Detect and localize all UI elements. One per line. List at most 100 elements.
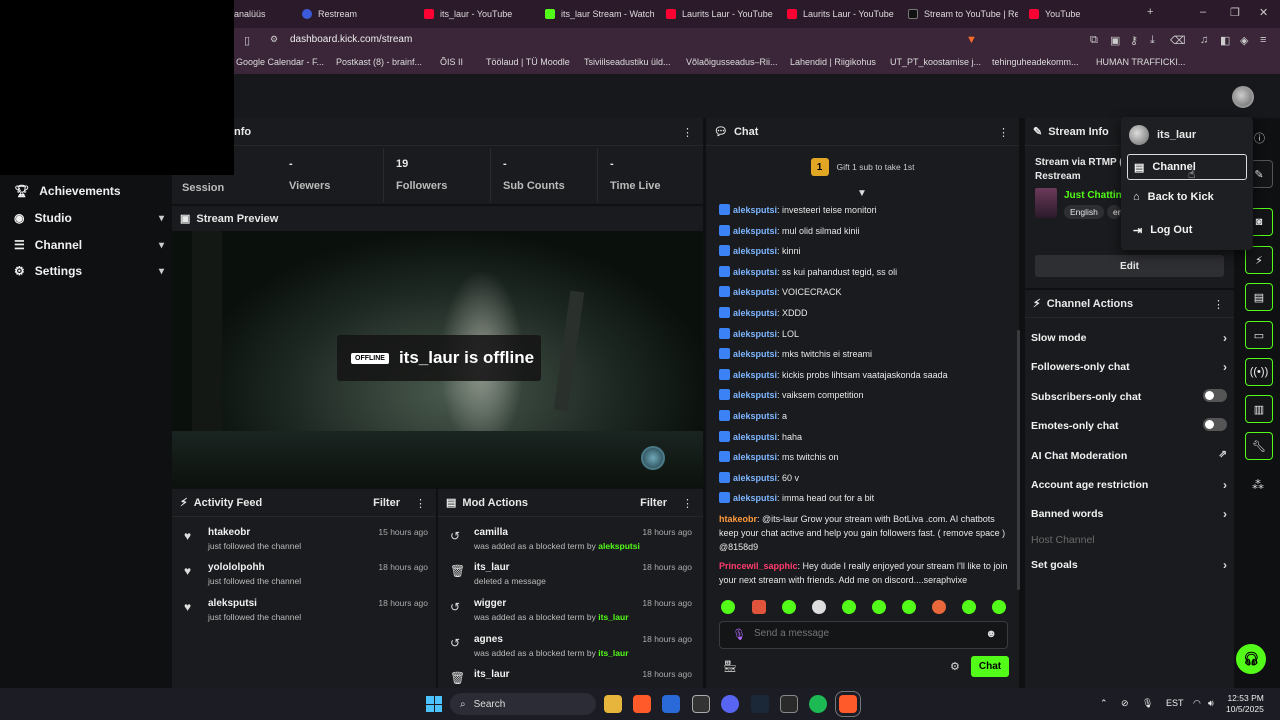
bookmark-item[interactable]: Google Calendar - F... — [236, 57, 324, 67]
emote-icon[interactable] — [962, 600, 976, 614]
browser-tab[interactable]: its_laur Stream - Watch L — [545, 4, 655, 24]
chat-settings-icon[interactable]: ⚙ — [950, 660, 960, 673]
chat-username[interactable]: aleksputsi — [733, 390, 777, 400]
language-indicator[interactable]: EST — [1166, 698, 1184, 708]
more-options-icon[interactable]: ⋮ — [415, 497, 426, 510]
chat-username[interactable]: aleksputsi — [733, 473, 777, 483]
activity-user[interactable]: yolololpohh — [208, 562, 265, 573]
chat-username[interactable]: aleksputsi — [733, 308, 777, 318]
chat-input[interactable] — [754, 628, 974, 639]
bookmark-item[interactable]: tehinguheadekomm... — [992, 57, 1079, 67]
emote-icon[interactable] — [992, 600, 1006, 614]
password-icon[interactable]: ⚷ — [1130, 34, 1138, 47]
emote-icon[interactable] — [782, 600, 796, 614]
info-icon[interactable]: ⓘ — [1254, 130, 1265, 146]
windows-start-icon[interactable] — [426, 696, 442, 712]
rail-button[interactable]: ((•)) — [1245, 358, 1273, 386]
brave-active-icon[interactable] — [835, 691, 861, 717]
filter-button[interactable]: Filter — [373, 497, 400, 509]
bookmark-item[interactable]: Postkast (8) - brainf... — [336, 57, 422, 67]
volume-icon[interactable]: 🔊︎ — [1208, 698, 1214, 709]
chat-username[interactable]: aleksputsi — [733, 432, 777, 442]
chat-username[interactable]: aleksputsi — [733, 370, 777, 380]
activity-user[interactable]: aleksputsi — [208, 598, 257, 609]
more-options-icon[interactable]: ⋮ — [682, 126, 693, 139]
close-icon[interactable]: ✕ — [1259, 6, 1268, 19]
brave-shield-icon[interactable]: ▼ — [966, 34, 977, 46]
taskbar-search[interactable]: ⌕ Search — [450, 693, 596, 715]
menu-icon[interactable]: ≡ — [1260, 34, 1266, 46]
download-icon[interactable]: ⤓ — [1150, 34, 1155, 47]
mod-action-by[interactable]: its_laur — [598, 648, 628, 658]
menu-item-log-out[interactable]: ⇥ Log Out — [1127, 217, 1247, 243]
user-avatar[interactable] — [1232, 86, 1254, 108]
chat-username[interactable]: aleksputsi — [733, 349, 777, 359]
chat-username[interactable]: aleksputsi — [733, 329, 777, 339]
apps-icon[interactable]: ⁂ — [1252, 478, 1264, 492]
mod-action-by[interactable]: its_laur — [598, 612, 628, 622]
epic-games-icon[interactable] — [780, 695, 798, 713]
chat-username[interactable]: aleksputsi — [733, 452, 777, 462]
bookmark-item[interactable]: Võlaõigusseadus–Rii... — [686, 57, 778, 67]
subscribers-only-toggle[interactable] — [1203, 389, 1227, 402]
chat-username[interactable]: aleksputsi — [733, 205, 777, 215]
category-link[interactable]: Just Chatting — [1064, 190, 1122, 201]
browser-tab[interactable]: Laurits Laur - YouTube — [666, 4, 776, 24]
bookmark-icon[interactable]: ▯ — [244, 34, 250, 47]
extension-icon[interactable]: ⧉ — [1090, 34, 1098, 47]
brave-icon[interactable] — [633, 695, 651, 713]
browser-tab[interactable]: Stream to YouTube | Res — [908, 4, 1018, 24]
sidebar-item-channel[interactable]: ☰ Channel ▾ — [14, 238, 164, 252]
activity-user[interactable]: htakeobr — [208, 527, 250, 538]
sidebar-item-settings[interactable]: ⚙ Settings ▾ — [14, 264, 164, 278]
filter-button[interactable]: Filter — [640, 497, 667, 509]
browser-tab[interactable]: analüüs — [234, 4, 294, 24]
menu-item-channel[interactable]: ▤ Channel — [1127, 154, 1247, 180]
minimize-icon[interactable]: – — [1200, 6, 1206, 18]
site-settings-icon[interactable]: ⚙ — [270, 34, 278, 45]
browser-tab[interactable]: Restream — [302, 4, 412, 24]
microphone-icon[interactable]: 🎙︎ — [1142, 698, 1153, 709]
wifi-icon[interactable]: ◠ — [1193, 698, 1201, 709]
chat-username[interactable]: aleksputsi — [733, 226, 777, 236]
more-options-icon[interactable]: ⋮ — [1213, 298, 1224, 311]
chat-username[interactable]: aleksputsi — [733, 287, 777, 297]
browser-tab[interactable]: its_laur - YouTube — [424, 4, 534, 24]
system-clock[interactable]: 12:53 PM 10/5/2025 — [1226, 693, 1264, 715]
network-off-icon[interactable]: ⊘ — [1121, 698, 1129, 709]
file-explorer-icon[interactable] — [604, 695, 622, 713]
maximize-icon[interactable]: ❐ — [1230, 6, 1240, 19]
pinned-arrow-icon[interactable]: ▼ — [857, 188, 867, 199]
action-set-goals[interactable]: Set goals › — [1031, 558, 1227, 572]
chevron-up-icon[interactable]: ⌃ — [1100, 698, 1108, 709]
browser-tab[interactable]: Laurits Laur - YouTube — [787, 4, 897, 24]
bookmark-item[interactable]: Lahendid | Riigikohus — [790, 57, 876, 67]
mod-action-by[interactable]: aleksputsi — [598, 541, 640, 551]
emote-icon[interactable] — [932, 600, 946, 614]
app-icon[interactable] — [692, 695, 710, 713]
music-icon[interactable]: ♫ — [1200, 34, 1208, 46]
chat-username[interactable]: aleksputsi — [733, 267, 777, 277]
edit-button[interactable]: Edit — [1035, 255, 1224, 277]
rail-button[interactable]: 🔧︎ — [1245, 432, 1273, 460]
chat-username[interactable]: aleksputsi — [733, 411, 777, 421]
emotes-only-toggle[interactable] — [1203, 418, 1227, 431]
chat-username[interactable]: htakeobr — [719, 514, 757, 524]
rail-button[interactable]: ▭ — [1245, 321, 1273, 349]
rail-button[interactable]: ▥ — [1245, 395, 1273, 423]
action-banned-words[interactable]: Banned words › — [1031, 507, 1227, 521]
steam-icon[interactable] — [751, 695, 769, 713]
menu-item-back-to-kick[interactable]: ⌂ Back to Kick — [1127, 184, 1247, 210]
emote-icon[interactable] — [721, 600, 735, 614]
bookmark-item[interactable]: ÕIS II — [440, 57, 463, 67]
more-options-icon[interactable]: ⋮ — [682, 497, 693, 510]
chat-username[interactable]: Princewil_sapphic — [719, 561, 798, 571]
emote-icon[interactable] — [842, 600, 856, 614]
rail-button[interactable]: ⚡︎ — [1245, 246, 1273, 274]
gift-sub-banner[interactable]: 1 Gift 1 sub to take 1st — [706, 148, 1019, 186]
bookmark-item[interactable]: UT_PT_koostamise j... — [890, 57, 981, 67]
action-followers-only[interactable]: Followers-only chat › — [1031, 360, 1227, 374]
sidebar-icon[interactable]: ◧ — [1220, 34, 1230, 47]
kick-orb-icon[interactable] — [641, 446, 665, 470]
vpn-icon[interactable]: ◈ — [1240, 34, 1248, 47]
